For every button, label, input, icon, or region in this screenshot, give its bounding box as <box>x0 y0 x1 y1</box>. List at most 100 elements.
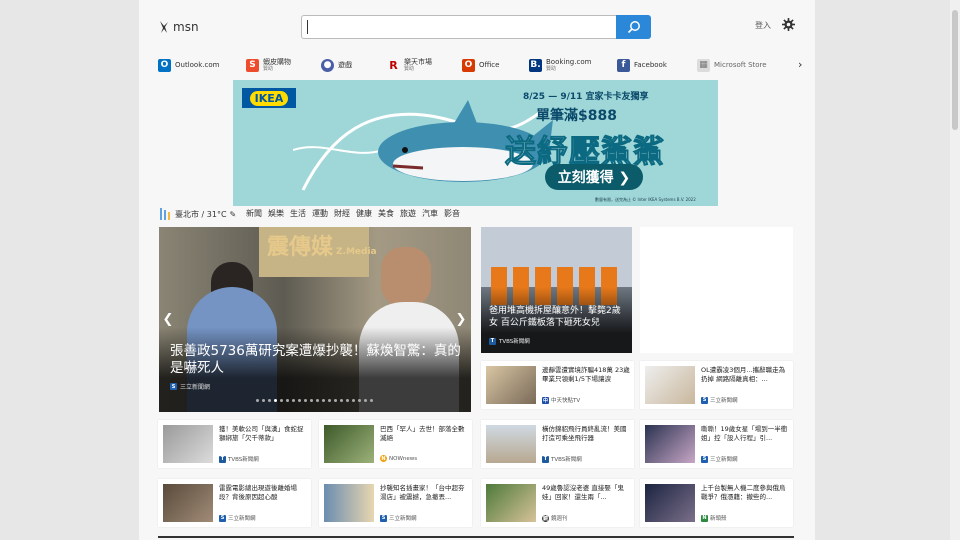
shortcut-booking[interactable]: B. Booking.com 贊助 <box>529 56 591 74</box>
news-thumbnail <box>324 425 374 463</box>
scrollbar-thumb[interactable] <box>952 10 958 130</box>
news-source: N NOWnews <box>380 455 418 462</box>
signin-link[interactable]: 登入 <box>755 20 771 31</box>
news-card[interactable]: 巴西「罕人」去世！部落全數滅絕 N NOWnews <box>319 420 472 468</box>
shortcut-label: 遊戲 <box>338 61 352 69</box>
source-logo-icon: T <box>219 455 226 463</box>
edit-pencil-icon[interactable]: ✎ <box>230 210 237 219</box>
shortcut-games[interactable]: ● 遊戲 <box>321 56 352 74</box>
nav-item[interactable]: 健康 <box>356 208 372 219</box>
weather-widget[interactable]: 臺北市 / 31°C ✎ <box>158 207 236 221</box>
news-card[interactable]: 雷霆電影總出現遊後離婚場段？背後原因超心酸 S 三立新聞網 <box>158 479 311 527</box>
carousel-dot[interactable] <box>322 399 325 402</box>
shopee-icon: S <box>246 58 259 72</box>
featured-card[interactable]: 爸用堆高機拆屋釀意外！擊斃2歲女 百公斤鐵板落下砸死女兒 T TVBS新聞網 <box>481 227 632 353</box>
carousel-dot[interactable] <box>358 399 361 402</box>
text-caret <box>307 20 308 34</box>
carousel-dot[interactable] <box>256 399 259 402</box>
search-icon <box>627 21 640 34</box>
shortcut-label: Microsoft Store <box>714 61 767 69</box>
carousel-dot[interactable] <box>346 399 349 402</box>
shortcut-label: Office <box>479 61 500 69</box>
carousel-dot[interactable] <box>280 399 283 402</box>
nav-item[interactable]: 生活 <box>290 208 306 219</box>
carousel-dot[interactable] <box>268 399 271 402</box>
news-thumbnail <box>486 366 536 404</box>
nav-item[interactable]: 美食 <box>378 208 394 219</box>
news-title: 嘶嘶！19歲女星「場到一半衝姐」控「設人行程」引... <box>701 425 788 442</box>
news-card[interactable]: OL遭霸凌3個月...攜辭職走為扔掉 網路隔離真相：... S 三立新聞網 <box>640 361 793 409</box>
shortcut-outlook[interactable]: O Outlook.com <box>158 56 219 74</box>
shortcut-label: 樂天市場 <box>404 58 432 66</box>
facebook-icon: f <box>617 58 630 72</box>
carousel-prev-icon[interactable]: ❮ <box>161 310 175 328</box>
nav-item[interactable]: 財經 <box>334 208 350 219</box>
news-source: T TVBS新聞網 <box>542 455 582 463</box>
news-card[interactable]: 49歲魯認沒老婆 直接娶「鬼娃」回家！還生兩「... 鏡鏡週刊 <box>481 479 634 527</box>
news-thumbnail <box>486 484 536 522</box>
nav-item[interactable]: 新聞 <box>246 208 262 219</box>
news-title: 巴西「罕人」去世！部落全數滅絕 <box>380 425 465 442</box>
carousel-dot[interactable] <box>316 399 319 402</box>
nav-item[interactable]: 影音 <box>444 208 460 219</box>
nav-item[interactable]: 娛樂 <box>268 208 284 219</box>
shortcut-shopee[interactable]: S 蝦皮購物 贊助 <box>246 56 291 74</box>
news-title: 抄襲知名插畫家！「台中超夯湯店」被震撼，急撤丟... <box>380 484 465 501</box>
news-card[interactable]: 橫仿錦貂飛行員終亂流！美國打造可乘坐飛行器 T TVBS新聞網 <box>481 420 634 468</box>
news-card[interactable]: 邊靜雲遭實境詐騙418萬 23歲畢業只領剩1/5下場讓淚 中中天快點TV <box>481 361 634 409</box>
carousel-dot[interactable] <box>334 399 337 402</box>
ad-cta-button[interactable]: 立刻獲得 ❯ <box>545 164 643 190</box>
news-card[interactable]: 抄襲知名插畫家！「台中超夯湯店」被震撼，急撤丟... S 三立新聞網 <box>319 479 472 527</box>
rakuten-icon: R <box>389 58 398 72</box>
carousel-dot[interactable] <box>352 399 355 402</box>
games-icon: ● <box>321 58 334 72</box>
carousel-dots <box>256 399 373 402</box>
carousel-dot[interactable] <box>370 399 373 402</box>
category-nav: 新聞 娛樂 生活 運動 財經 健康 美食 旅遊 汽車 影音 <box>246 208 460 219</box>
ad-placeholder <box>640 227 793 353</box>
source-logo-icon: S <box>701 455 708 463</box>
source-logo-icon: S <box>219 514 226 522</box>
news-card[interactable]: 獲！美軟公司「與漢」食蛇捉獅綁旅「欠千蒂款」 T TVBS新聞網 <box>158 420 311 468</box>
shortcut-rakuten[interactable]: R 樂天市場 贊助 <box>387 56 432 74</box>
carousel-dot[interactable] <box>310 399 313 402</box>
nav-item[interactable]: 運動 <box>312 208 328 219</box>
carousel-dot[interactable] <box>304 399 307 402</box>
carousel-dot[interactable] <box>340 399 343 402</box>
shortcut-bar: O Outlook.com S 蝦皮購物 贊助 ● 遊戲 R 樂天市場 贊助 O O… <box>158 56 798 74</box>
source-logo-icon: N <box>701 514 708 522</box>
news-source: 鏡鏡週刊 <box>542 514 568 522</box>
news-title: 橫仿錦貂飛行員終亂流！美國打造可乘坐飛行器 <box>542 425 627 442</box>
ad-banner[interactable]: IKEA 8/25 — 9/11 宜家卡卡友獨享 單筆滿$888 送紓壓鯊鯊 立… <box>233 80 718 206</box>
carousel-dot[interactable] <box>274 399 277 402</box>
carousel-dot[interactable] <box>286 399 289 402</box>
nav-item[interactable]: 旅遊 <box>400 208 416 219</box>
carousel-dot[interactable] <box>364 399 367 402</box>
nav-item[interactable]: 汽車 <box>422 208 438 219</box>
carousel-dot[interactable] <box>262 399 265 402</box>
news-card[interactable]: 上千台製無人機二度參與俄烏戰爭？俄憑藉：撤些的... N 新頭殼 <box>640 479 793 527</box>
hero-carousel[interactable]: 震傳媒 Z.Media 張善政5736萬研究案遭爆抄襲！蘇煥智驚：真的是嚇死人 S… <box>159 227 471 412</box>
carousel-dot[interactable] <box>328 399 331 402</box>
carousel-dot[interactable] <box>298 399 301 402</box>
featured-card-title: 爸用堆高機拆屋釀意外！擊斃2歲女 百公斤鐵板落下砸死女兒 <box>489 306 621 328</box>
carousel-dot[interactable] <box>292 399 295 402</box>
hero-headline[interactable]: 張善政5736萬研究案遭爆抄襲！蘇煥智驚：真的是嚇死人 <box>170 343 465 377</box>
shortcut-label: Outlook.com <box>175 61 220 69</box>
source-logo-icon: T <box>489 337 496 345</box>
carousel-next-icon[interactable]: ❯ <box>454 310 468 328</box>
shortcut-microsoft-store[interactable]: ▦ Microsoft Store <box>697 56 767 74</box>
shortcut-facebook[interactable]: f Facebook <box>617 56 667 74</box>
news-card[interactable]: 嘶嘶！19歲女星「場到一半衝姐」控「設人行程」引... S 三立新聞網 <box>640 420 793 468</box>
news-source: S 三立新聞網 <box>219 514 256 522</box>
search-input[interactable] <box>301 15 626 39</box>
shortcut-office[interactable]: O Office <box>462 56 499 74</box>
news-source: T TVBS新聞網 <box>219 455 259 463</box>
chevron-right-icon[interactable]: › <box>798 58 802 71</box>
gear-icon[interactable] <box>782 18 795 31</box>
msn-logo[interactable]: msn <box>158 18 199 36</box>
scrollbar[interactable] <box>950 0 960 540</box>
search-button[interactable] <box>616 15 651 39</box>
search-bar <box>301 15 651 39</box>
news-thumbnail <box>645 484 695 522</box>
